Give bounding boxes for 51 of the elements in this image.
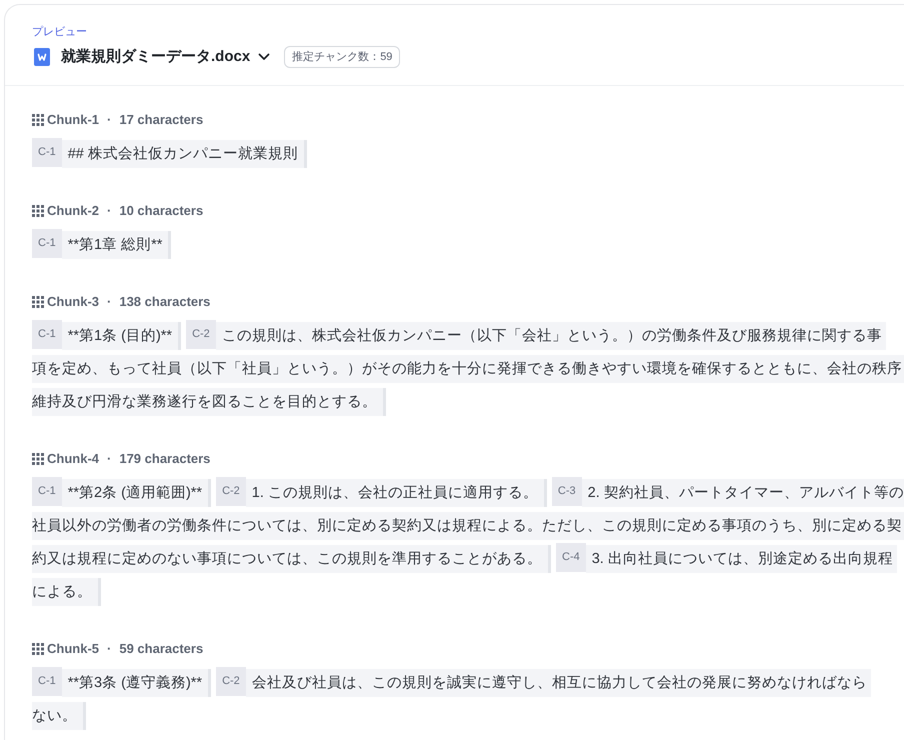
dot-grid-icon	[32, 453, 44, 465]
separator: ·	[107, 293, 112, 312]
chunk-title: Chunk-2	[47, 202, 99, 220]
character-count: 59 characters	[119, 640, 204, 658]
character-count: 179 characters	[119, 450, 210, 468]
segment-label: C-4	[556, 543, 586, 572]
segment-text: 会社及び社員は、この規則を誠実に遵守し、相互に協力して会社の発展に努めなければなら	[246, 669, 871, 697]
segment-label: C-1	[32, 138, 62, 167]
separator: ·	[107, 640, 112, 658]
segment-label: C-2	[216, 667, 246, 696]
separator: ·	[107, 202, 112, 220]
segment-text: による。	[32, 578, 101, 606]
dot-grid-icon	[32, 114, 44, 126]
segment-label: C-1	[32, 667, 62, 696]
segment-text: この規則は、株式会社仮カンパニー（以下「会社」という。）の労働条件及び服務規律に関する事	[216, 322, 886, 350]
segment-label: C-1	[32, 229, 62, 258]
word-document-icon	[34, 48, 50, 66]
chunk-title: Chunk-4	[47, 450, 99, 468]
segment-text: **第1条 (目的)**	[62, 322, 182, 350]
segment-label: C-2	[216, 477, 246, 506]
file-select-button[interactable]: 就業規則ダミーデータ.docx	[32, 45, 270, 69]
segment-text: ない。	[32, 702, 86, 730]
segment-text: **第1章 総則**	[62, 231, 172, 259]
dot-grid-icon	[32, 205, 44, 217]
chunk-count-badge: 推定チャンク数：59	[284, 46, 400, 68]
segment-text: **第2条 (適用範囲)**	[62, 479, 212, 507]
segment-text: 維持及び円滑な業務遂行を図ることを目的とする。	[32, 388, 386, 416]
segment-text: 1. この規則は、会社の正社員に適用する。	[246, 479, 547, 507]
segment-text: 項を定め、もって社員（以下「社員」という。）がその能力を十分に発揮できる働きやすい環境を確保するとともに、会社の秩序	[32, 355, 904, 383]
segment-text: 2. 契約社員、パートタイマー、アルバイト等の	[582, 479, 904, 507]
segment-label: C-2	[186, 320, 216, 349]
chunk-title: Chunk-5	[47, 640, 99, 658]
segment-text: 3. 出向社員については、別途定める出向規程	[586, 545, 897, 573]
character-count: 10 characters	[119, 202, 204, 220]
separator: ·	[107, 111, 112, 130]
preview-label: プレビュー	[32, 24, 87, 40]
segment-text: ## 株式会社仮カンパニー就業規則	[62, 140, 307, 168]
dot-grid-icon	[32, 296, 44, 308]
segment-label: C-1	[32, 477, 62, 506]
separator: ·	[107, 450, 112, 468]
segment-label: C-1	[32, 320, 62, 349]
segment-label: C-3	[552, 477, 582, 506]
chunk-title: Chunk-3	[47, 293, 99, 312]
dot-grid-icon	[32, 643, 44, 655]
chunk-title: Chunk-1	[47, 111, 99, 130]
character-count: 17 characters	[119, 111, 204, 130]
segment-text: 約又は規程に定めのない事項については、この規則を準用することがある。	[32, 545, 551, 573]
segment-text: 社員以外の労働者の労働条件については、別に定める契約又は規程による。ただし、この規則に定める事項のうち、別に定める契	[32, 512, 904, 540]
segment-text: **第3条 (遵守義務)**	[62, 669, 212, 697]
chevron-down-icon	[258, 53, 270, 61]
character-count: 138 characters	[119, 293, 210, 312]
